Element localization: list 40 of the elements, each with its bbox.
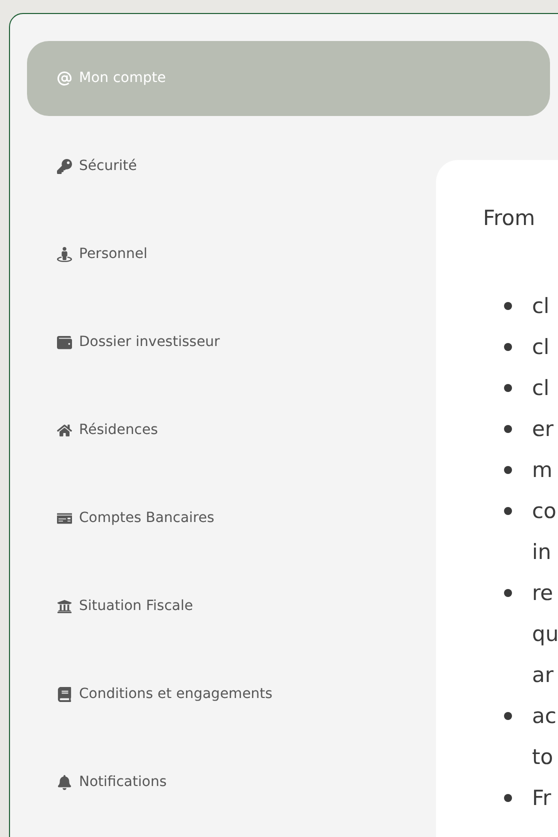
- bullet-icon: [504, 466, 512, 474]
- list-text: Fr: [532, 785, 552, 812]
- list-text: in: [532, 539, 552, 566]
- bullet-icon: [504, 712, 512, 720]
- bullet-icon: [504, 425, 512, 433]
- list-text: ar: [532, 662, 555, 689]
- bullet-icon: [504, 507, 512, 515]
- list-text: cl: [532, 334, 550, 361]
- sidebar-item[interactable]: Notifications: [27, 774, 167, 790]
- wallet-icon: [57, 334, 72, 350]
- list-text: ac: [532, 703, 556, 730]
- list-text: co: [532, 498, 556, 525]
- sidebar-item[interactable]: Dossier investisseur: [27, 334, 220, 350]
- list-text: cl: [532, 375, 550, 402]
- bullet-icon: [504, 343, 512, 351]
- bullet-icon: [504, 589, 512, 597]
- sidebar-item[interactable]: Personnel: [27, 246, 148, 262]
- list-text: cl: [532, 293, 550, 320]
- bank-icon: [57, 598, 72, 614]
- bullet-icon: [504, 384, 512, 392]
- sidebar-item[interactable]: Résidences: [27, 422, 158, 438]
- list-text: qu: [532, 621, 558, 648]
- bell-icon: [57, 774, 72, 790]
- list-text: m: [532, 457, 552, 484]
- sidebar-item[interactable]: Comptes Bancaires: [27, 510, 214, 526]
- list-text: re: [532, 580, 554, 607]
- bullet-icon: [504, 794, 512, 802]
- sidebar-item[interactable]: Sécurité: [27, 158, 137, 174]
- book-icon: [57, 686, 72, 702]
- sidebar-item[interactable]: Situation Fiscale: [27, 598, 193, 614]
- bullet-icon: [504, 302, 512, 310]
- at-sign-icon: [57, 70, 72, 86]
- key-icon: [57, 158, 72, 174]
- list-text: er: [532, 416, 554, 443]
- card-icon: [57, 510, 72, 526]
- person-icon: [57, 246, 72, 262]
- intro-text: From: [483, 205, 536, 232]
- sidebar-item[interactable]: Conditions et engagements: [27, 686, 272, 702]
- list-text: to: [532, 744, 554, 771]
- house-icon: [57, 422, 72, 438]
